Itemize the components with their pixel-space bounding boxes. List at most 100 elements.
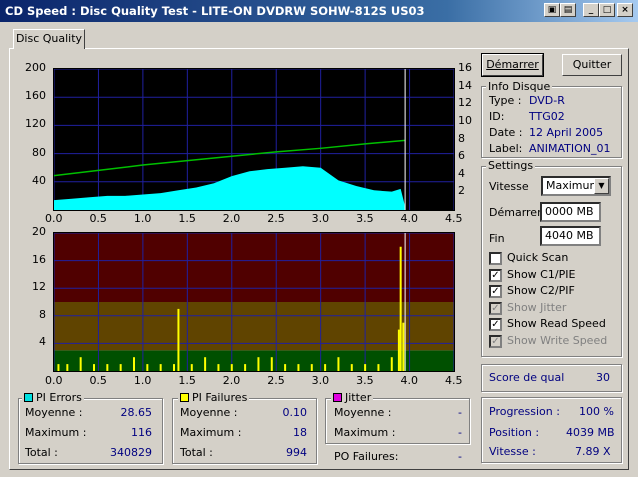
chart2-y-tick: 4 bbox=[39, 335, 46, 349]
chart1-x-tick: 0.0 bbox=[45, 212, 63, 225]
pi-failures-header: PI Failures bbox=[178, 391, 250, 404]
checkbox-label: Quick Scan bbox=[507, 251, 569, 264]
chart2-y-tick: 16 bbox=[32, 252, 46, 266]
app-icon-1[interactable]: ▣ bbox=[544, 3, 560, 17]
po-failures-value: - bbox=[458, 450, 462, 463]
chart1-y2-tick: 12 bbox=[458, 96, 472, 110]
start-label: Démarrer bbox=[489, 206, 542, 219]
chart1-x-tick: 1.5 bbox=[178, 212, 196, 225]
chart2-x-tick: 0.0 bbox=[45, 374, 63, 387]
type-value: DVD-R bbox=[529, 94, 565, 107]
chevron-down-icon[interactable]: ▼ bbox=[594, 178, 609, 194]
speed-select[interactable]: Maximum ▼ bbox=[541, 176, 611, 196]
pi-errors-legend-swatch bbox=[24, 393, 33, 402]
chart2-x-tick: 3.5 bbox=[356, 374, 374, 387]
minimize-button[interactable]: _ bbox=[583, 3, 599, 17]
score-label: Score de qual bbox=[489, 371, 565, 384]
quit-button[interactable]: Quitter bbox=[562, 54, 622, 76]
chart1-y2-tick: 4 bbox=[458, 166, 465, 180]
app-icon-2[interactable]: ▤ bbox=[560, 3, 576, 17]
chart1-y2-tick: 14 bbox=[458, 78, 472, 92]
pi-failures-total-label: Total : bbox=[180, 446, 213, 459]
pi-failures-legend-swatch bbox=[180, 393, 189, 402]
chart1-y2-tick: 6 bbox=[458, 149, 465, 163]
chart2-y-tick: 12 bbox=[32, 280, 46, 294]
speed-label: Vitesse bbox=[489, 180, 529, 193]
pi-failures-title: PI Failures bbox=[192, 391, 248, 404]
window-title: CD Speed : Disc Quality Test - LITE-ON D… bbox=[5, 4, 425, 18]
chart2-x-tick: 0.5 bbox=[89, 374, 107, 387]
checkbox-label: Show Jitter bbox=[507, 300, 567, 314]
chart1-x-tick: 1.0 bbox=[133, 212, 152, 225]
pi-errors-total-label: Total : bbox=[25, 446, 58, 459]
pi-failures-max-label: Maximum : bbox=[180, 426, 242, 439]
date-label: Date : bbox=[489, 126, 523, 139]
chart1-x-tick: 2.0 bbox=[222, 212, 241, 225]
jitter-max-label: Maximum : bbox=[334, 426, 396, 439]
chart1-y-tick: 120 bbox=[25, 117, 46, 131]
id-label: ID: bbox=[489, 110, 505, 123]
score-value: 30 bbox=[596, 371, 610, 384]
label-value: ANIMATION_01 bbox=[529, 142, 611, 155]
pi-failures-avg-label: Moyenne : bbox=[180, 406, 238, 419]
type-label: Type : bbox=[489, 94, 522, 107]
quality-band bbox=[54, 233, 454, 302]
jitter-header: Jitter bbox=[331, 391, 374, 404]
pi-failures-max-value: 18 bbox=[293, 426, 307, 439]
checkbox-label: Show C2/PIF bbox=[507, 284, 575, 298]
speed-select-value: Maximum bbox=[546, 179, 601, 192]
jitter-title: Jitter bbox=[345, 391, 372, 404]
pi-failures-chart bbox=[53, 232, 455, 372]
id-value: TTG02 bbox=[529, 110, 565, 123]
pi-failures-total-value: 994 bbox=[286, 446, 307, 459]
title-bar: CD Speed : Disc Quality Test - LITE-ON D… bbox=[0, 0, 638, 22]
read-speed-label: Vitesse : bbox=[489, 445, 536, 458]
checkbox-show-c1-pie[interactable]: ✓ bbox=[489, 268, 502, 282]
chart2-y-tick: 20 bbox=[32, 225, 46, 238]
chart1-y2-tick: 8 bbox=[458, 131, 465, 145]
jitter-max-value: - bbox=[458, 426, 462, 439]
pi-failures-chart-svg bbox=[53, 232, 455, 371]
chart1-x-tick: 4.0 bbox=[400, 212, 419, 225]
position-label: Position : bbox=[489, 426, 540, 439]
tab-label: Disc Quality bbox=[15, 32, 83, 45]
progression-value: 100 % bbox=[579, 405, 614, 418]
pi-errors-max-label: Maximum : bbox=[25, 426, 87, 439]
label-label: Label: bbox=[489, 142, 523, 155]
read-speed-line bbox=[53, 139, 406, 177]
quality-band bbox=[54, 350, 454, 371]
start-button[interactable]: Démarrer bbox=[481, 53, 544, 77]
date-value: 12 April 2005 bbox=[529, 126, 604, 139]
pi-errors-chart bbox=[53, 68, 455, 211]
chart1-x-tick: 3.5 bbox=[356, 212, 374, 225]
chart1-y-tick: 80 bbox=[32, 145, 46, 159]
checkbox-show-c2-pif[interactable]: ✓ bbox=[489, 285, 502, 299]
chart1-x-tick: 0.5 bbox=[89, 212, 107, 225]
checkbox-show-write-speed: ✓ bbox=[489, 335, 502, 348]
jitter-legend-swatch bbox=[333, 393, 342, 402]
po-failures-label: PO Failures: bbox=[334, 450, 399, 463]
close-button[interactable]: × bbox=[617, 3, 633, 17]
pi-errors-avg-label: Moyenne : bbox=[25, 406, 83, 419]
quit-button-label: Quitter bbox=[572, 58, 612, 71]
checkbox-show-read-speed[interactable]: ✓ bbox=[489, 318, 502, 332]
maximize-button[interactable]: □ bbox=[599, 3, 615, 17]
checkbox-quick-scan[interactable] bbox=[489, 252, 502, 265]
start-button-label: Démarrer bbox=[486, 58, 539, 71]
pi-failures-avg-value: 0.10 bbox=[282, 406, 308, 419]
jitter-avg-label: Moyenne : bbox=[334, 406, 392, 419]
tab-disc-quality[interactable]: Disc Quality bbox=[13, 29, 85, 49]
pi-errors-avg-value: 28.65 bbox=[120, 406, 153, 419]
chart2-x-tick: 2.0 bbox=[222, 374, 241, 387]
end-label: Fin bbox=[489, 232, 505, 245]
end-input[interactable]: 4040 MB bbox=[540, 226, 601, 246]
start-input[interactable]: 0000 MB bbox=[540, 202, 601, 222]
progression-label: Progression : bbox=[489, 405, 560, 418]
chart2-x-tick: 1.5 bbox=[178, 374, 196, 387]
checkbox-show-jitter: ✓ bbox=[489, 301, 502, 315]
chart2-x-tick: 2.5 bbox=[267, 374, 285, 387]
chart2-x-tick: 4.0 bbox=[400, 374, 419, 387]
chart1-x-tick: 4.5 bbox=[445, 212, 463, 225]
position-value: 4039 MB bbox=[566, 426, 615, 439]
chart1-x-tick: 2.5 bbox=[267, 212, 285, 225]
